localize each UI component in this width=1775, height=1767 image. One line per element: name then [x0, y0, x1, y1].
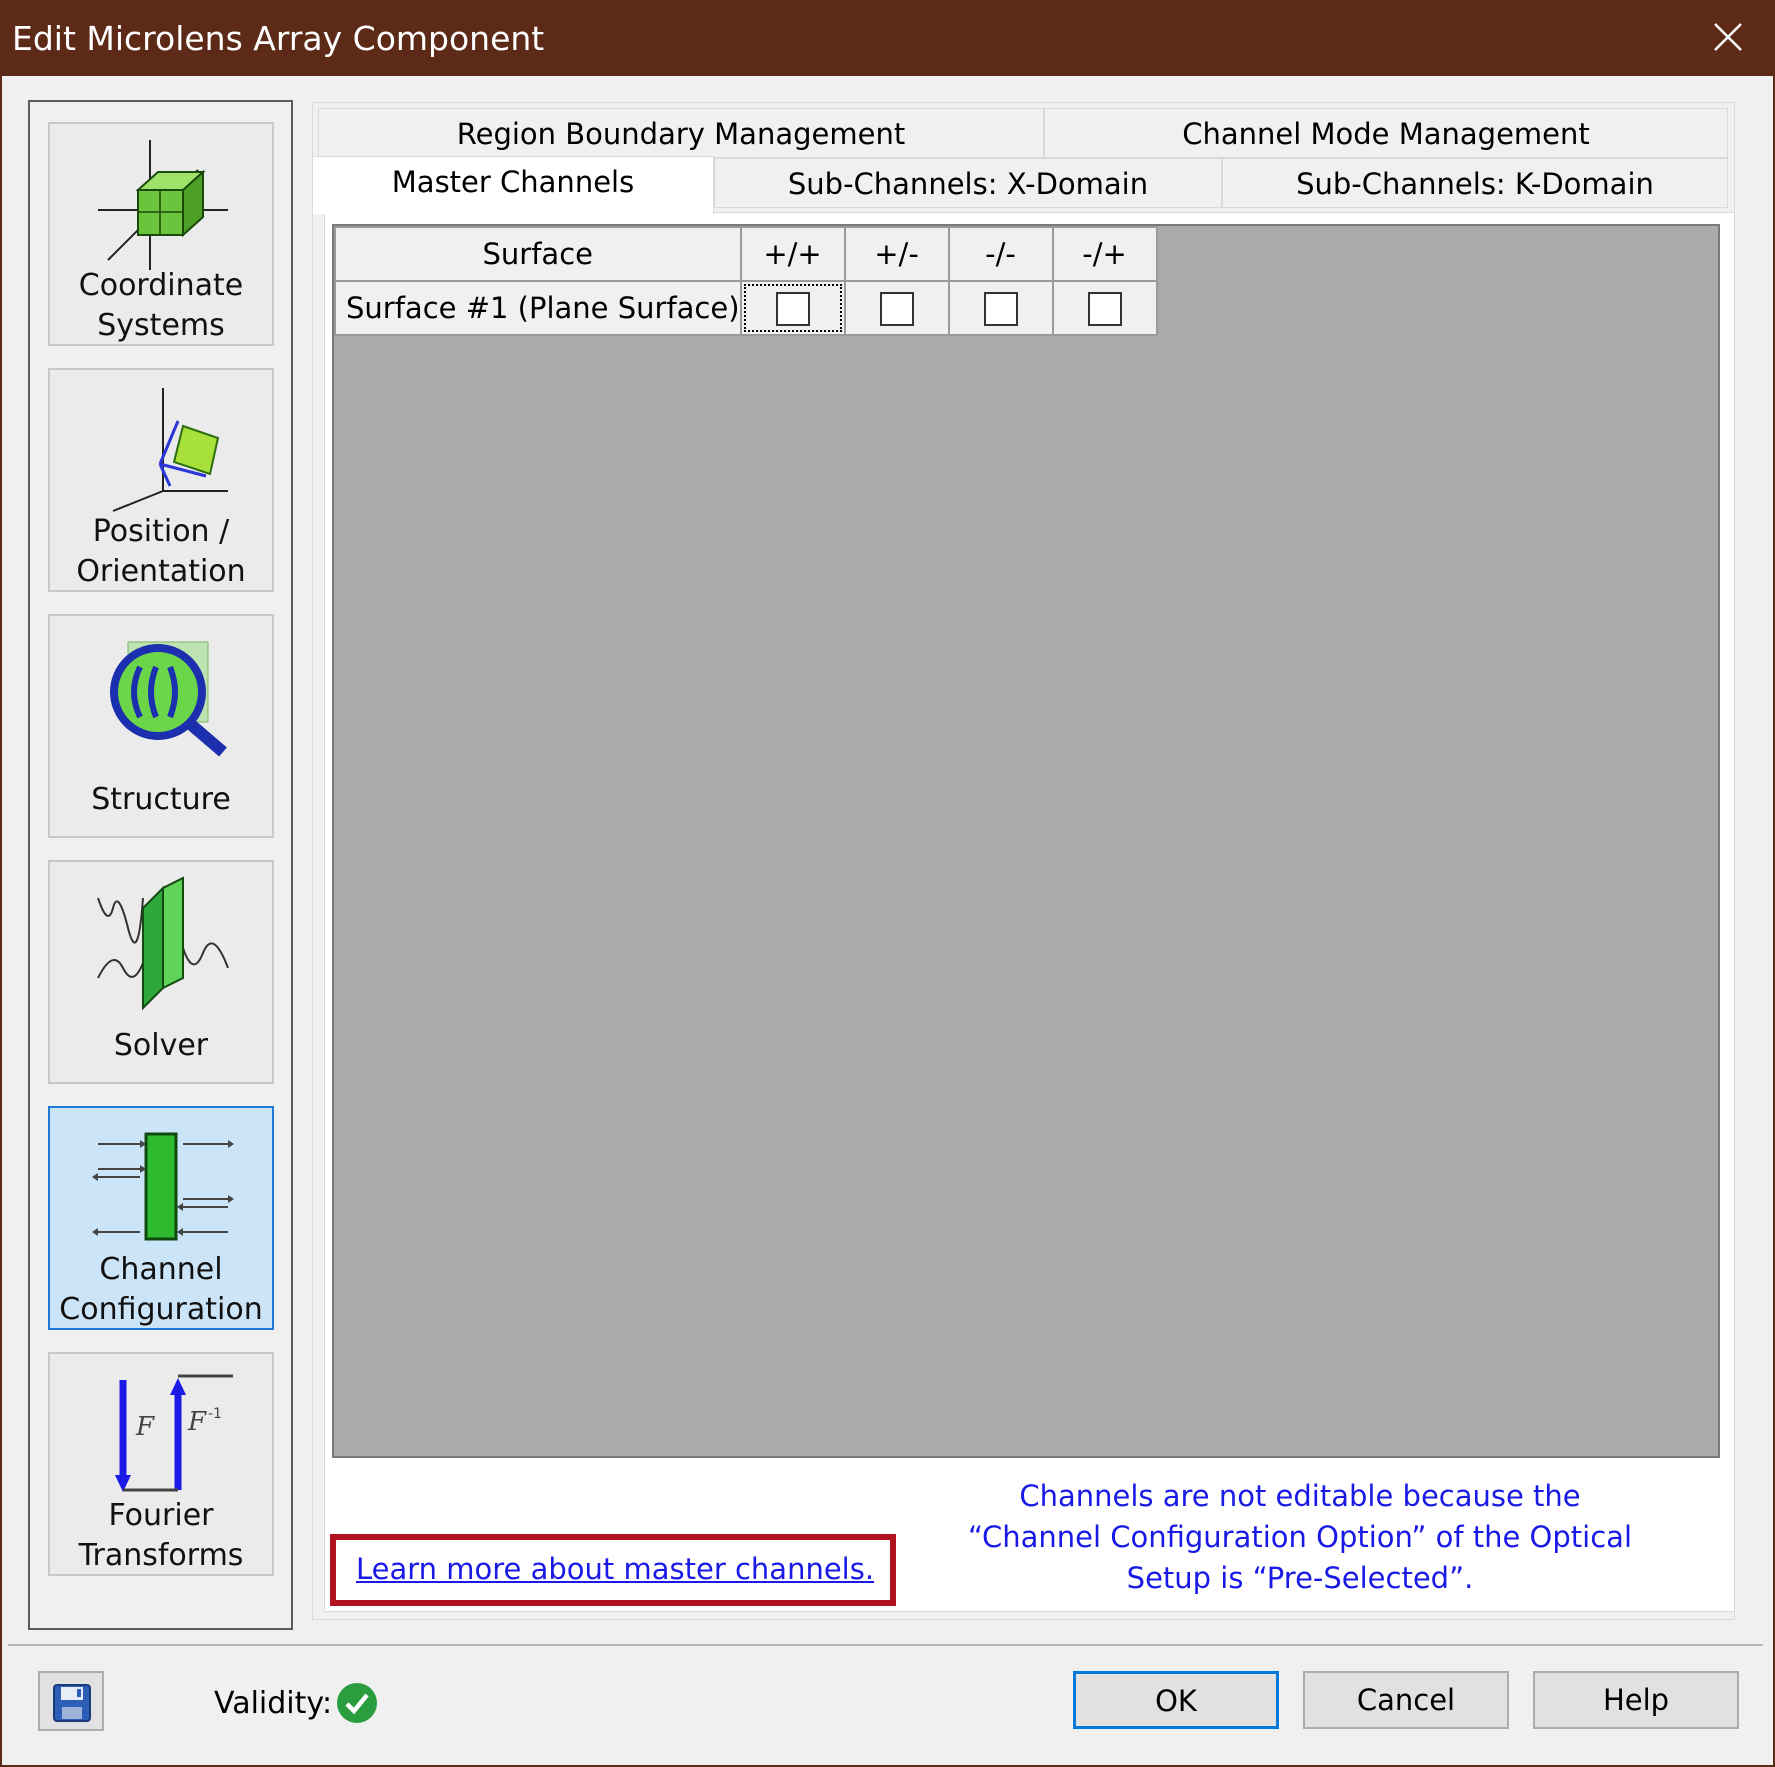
channel-cell — [1051, 280, 1158, 336]
nav-item-position-orientation[interactable]: Position / Orientation — [48, 368, 274, 592]
column-header: Surface — [334, 226, 742, 282]
channel-checkbox-mp[interactable] — [1087, 292, 1122, 326]
nav-item-coordinate-systems[interactable]: Coordinate Systems — [48, 122, 274, 346]
help-button[interactable]: Help — [1533, 1671, 1739, 1729]
channel-table: Surface +/+ +/- -/- -/+ Surface #1 (Plan… — [334, 226, 1158, 336]
svg-text:-1: -1 — [208, 1406, 222, 1422]
ok-button[interactable]: OK — [1073, 1671, 1279, 1729]
surface-name-cell: Surface #1 (Plane Surface) — [334, 280, 742, 336]
title-bar: Edit Microlens Array Component — [0, 0, 1775, 76]
nav-panel: Coordinate Systems Position / Orientatio… — [28, 100, 293, 1630]
nav-item-fourier-transforms[interactable]: F F -1 Fourier Transforms — [48, 1352, 274, 1576]
channel-checkbox-mm[interactable] — [983, 292, 1018, 326]
fourier-transforms-icon: F F -1 — [115, 1374, 233, 1492]
tab-sub-channels-k-domain[interactable]: Sub-Channels: K-Domain — [1222, 158, 1728, 208]
save-button[interactable] — [38, 1671, 104, 1731]
cancel-button[interactable]: Cancel — [1303, 1671, 1509, 1729]
nav-item-label: Position / Orientation — [76, 514, 246, 589]
nav-item-label: Solver — [113, 1028, 209, 1063]
column-header: -/- — [947, 226, 1054, 282]
svg-text:F: F — [187, 1407, 207, 1437]
learn-more-link[interactable]: Learn more about master channels. — [356, 1552, 874, 1586]
footer-separator — [8, 1644, 1763, 1646]
coordinate-systems-icon — [98, 140, 228, 270]
window-title: Edit Microlens Array Component — [12, 19, 545, 58]
channel-checkbox-pm[interactable] — [879, 292, 914, 326]
nav-item-solver[interactable]: Solver — [48, 860, 274, 1084]
tab-region-boundary-management[interactable]: Region Boundary Management — [318, 108, 1044, 158]
tab-sub-channels-x-domain[interactable]: Sub-Channels: X-Domain — [714, 158, 1222, 208]
nav-item-label: Structure — [91, 782, 231, 817]
check-icon — [337, 1683, 377, 1723]
solver-icon — [97, 876, 229, 1011]
table-row: Surface #1 (Plane Surface) — [334, 280, 1158, 336]
column-header: -/+ — [1051, 226, 1158, 282]
validity-label: Validity: — [214, 1686, 333, 1721]
nav-item-label: Channel Configuration — [59, 1252, 263, 1327]
channel-grid — [332, 224, 1720, 1458]
nav-item-structure[interactable]: Structure — [48, 614, 274, 838]
channel-configuration-icon — [92, 1132, 234, 1241]
channels-info-text: Channels are not editable because the “C… — [967, 1479, 1632, 1595]
channel-cell — [947, 280, 1054, 336]
save-icon — [53, 1684, 91, 1722]
column-header: +/+ — [739, 226, 846, 282]
channel-cell — [739, 280, 846, 336]
channel-checkbox-pp[interactable] — [775, 292, 810, 326]
nav-item-label: Coordinate Systems — [78, 268, 244, 343]
tab-channel-mode-management[interactable]: Channel Mode Management — [1044, 108, 1728, 158]
svg-text:F: F — [135, 1412, 155, 1442]
nav-item-label: Fourier Transforms — [78, 1498, 244, 1573]
channel-cell — [843, 280, 950, 336]
structure-icon — [110, 641, 227, 757]
position-orientation-icon — [112, 388, 228, 512]
nav-item-channel-configuration[interactable]: Channel Configuration — [48, 1106, 274, 1330]
tab-master-channels[interactable]: Master Channels — [312, 156, 714, 214]
table-header-row: Surface +/+ +/- -/- -/+ — [334, 226, 1158, 282]
column-header: +/- — [843, 226, 950, 282]
close-icon[interactable] — [1711, 20, 1745, 54]
